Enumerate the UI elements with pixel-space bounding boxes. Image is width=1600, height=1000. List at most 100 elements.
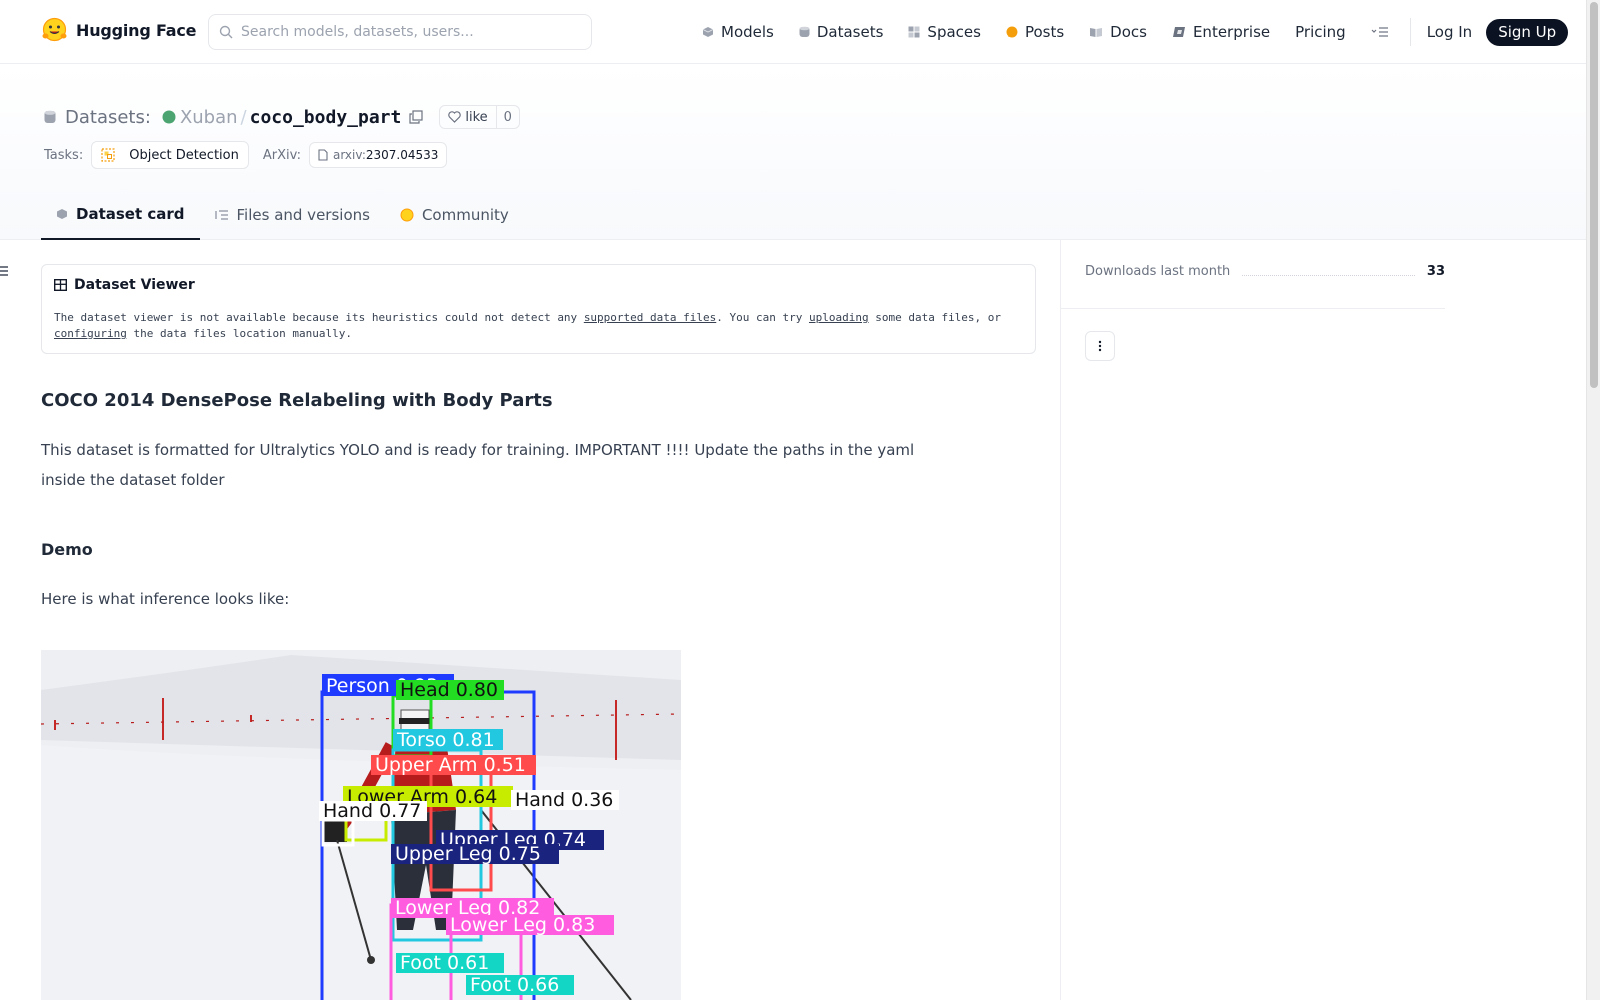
det-label-hand-1: Hand 0.36 [515,789,613,811]
community-icon [400,208,414,222]
det-label-lower-leg-2: Lower Leg 0.83 [450,914,595,936]
nav-separator [1409,18,1411,46]
nav-pricing[interactable]: Pricing [1295,23,1346,41]
like-button[interactable]: like 0 [439,105,520,129]
downloads-row: Downloads last month 33 [1085,264,1445,279]
nav-spaces-label: Spaces [927,23,981,41]
user-avatar-icon[interactable] [162,110,176,124]
viewer-text-4: the data files location manually. [126,327,353,340]
search-box[interactable] [208,14,592,50]
dataset-viewer-heading: Dataset Viewer [74,277,195,293]
nav-pricing-label: Pricing [1295,23,1346,41]
det-label-torso: Torso 0.81 [396,729,495,751]
tasks-label: Tasks: [44,147,84,163]
repo-header: Datasets: Xuban / coco_body_part like 0 … [0,65,1586,240]
configuring-link[interactable]: configuring [54,327,127,340]
nav-datasets-label: Datasets [816,23,884,41]
viewer-text-3: some data files, or [868,311,1002,324]
inference-demo-image: Person 0.93 Head 0.80 Torso 0.81 Upper A… [41,650,681,1000]
card-heading: COCO 2014 DensePose Relabeling with Body… [41,390,553,411]
brand-logo[interactable]: Hugging Face [41,17,197,44]
tab-files-label: Files and versions [236,206,370,224]
page-scrollbar[interactable] [1586,0,1600,1000]
repo-slash: / [240,106,247,128]
downloads-label: Downloads last month [1085,264,1231,279]
nav-models[interactable]: Models [702,23,774,41]
downloads-leader-dots [1242,268,1415,276]
task-tag-label: Object Detection [129,147,239,163]
dataset-viewer-message: The dataset viewer is not available beca… [54,310,1014,342]
files-icon [214,210,228,220]
repo-title: Datasets: Xuban / coco_body_part like 0 [44,104,520,130]
dataset-viewer-panel: Dataset Viewer The dataset viewer is not… [41,264,1036,354]
repo-name-link[interactable]: coco_body_part [250,107,402,128]
table-icon [54,279,67,291]
demo-heading: Demo [41,540,93,559]
det-label-upper-leg-2: Upper Leg 0.75 [395,843,541,865]
database-icon [799,26,810,37]
nav-spaces[interactable]: Spaces [908,23,981,41]
repo-meta: Tasks: Object Detection ArXiv: arxiv: 230… [44,141,448,169]
det-label-foot-1: Foot 0.61 [400,952,489,974]
search-icon [219,25,233,39]
more-menu-icon [1371,27,1388,37]
arxiv-id: 2307.04533 [365,148,439,162]
downloads-value: 33 [1426,264,1445,279]
tab-community-label: Community [421,206,509,224]
det-label-upper-arm: Upper Arm 0.51 [375,754,526,776]
det-label-foot-2: Foot 0.66 [470,974,559,996]
top-navbar: Hugging Face Models Datasets Spaces Post… [0,0,1586,64]
signup-button[interactable]: Sign Up [1486,18,1569,46]
arxiv-prefix: arxiv: [332,148,366,162]
sidebar-stats: Downloads last month 33 [1060,240,1445,1000]
toc-toggle-icon[interactable] [0,265,9,277]
brand-name: Hugging Face [76,21,197,40]
scrollbar-thumb[interactable] [1590,2,1598,388]
nav-posts-label: Posts [1024,23,1065,41]
heart-icon [448,111,462,123]
document-icon [318,149,328,161]
tab-community[interactable]: Community [385,190,524,240]
dataset-viewer-title: Dataset Viewer [54,277,195,293]
grid-icon [908,26,920,38]
repo-tabs: Dataset card Files and versions Communit… [41,190,524,240]
nav-datasets[interactable]: Datasets [799,23,884,41]
cube-icon [702,27,714,37]
like-toggle[interactable]: like [440,106,497,128]
enterprise-icon [1172,27,1185,37]
search-input[interactable] [241,24,571,40]
hugging-face-logo-icon [42,17,67,42]
more-options-button[interactable] [1085,331,1115,361]
det-label-hand-2: Hand 0.77 [323,800,421,822]
tab-dataset-card[interactable]: Dataset card [41,190,200,240]
login-button[interactable]: Log In [1427,23,1473,41]
tab-files-and-versions[interactable]: Files and versions [200,190,385,240]
copy-icon[interactable] [409,110,423,124]
tab-dataset-card-label: Dataset card [76,205,185,223]
repo-owner-link[interactable]: Xuban [180,107,238,128]
nav-posts[interactable]: Posts [1006,23,1064,41]
nav-models-label: Models [721,23,774,41]
inference-demo-svg: Person 0.93 Head 0.80 Torso 0.81 Upper A… [41,650,681,1000]
sidebar-divider [1061,308,1445,309]
arxiv-label: ArXiv: [262,147,301,163]
task-tag-object-detection[interactable]: Object Detection [91,141,249,169]
uploading-link[interactable]: uploading [809,311,869,324]
kebab-menu-icon [1098,340,1102,352]
card-description: This dataset is formatted for Ultralytic… [41,441,915,489]
viewer-text-1: The dataset viewer is not available beca… [54,311,584,324]
supported-data-files-link[interactable]: supported data files [584,311,716,324]
cube-icon [57,209,67,219]
repo-type-label: Datasets: [65,106,151,128]
nav-enterprise[interactable]: Enterprise [1172,23,1270,41]
nav-more[interactable] [1371,26,1389,38]
like-label: like [465,109,488,125]
nav-docs[interactable]: Docs [1089,23,1147,41]
arxiv-tag[interactable]: arxiv: 2307.04533 [308,142,448,168]
book-icon [1090,28,1103,37]
like-count[interactable]: 0 [497,110,519,125]
det-label-head: Head 0.80 [400,679,498,701]
chat-bubble-icon [1006,26,1018,38]
nav-links: Models Datasets Spaces Posts Docs Enterp… [702,18,1569,46]
demo-text: Here is what inference looks like: [41,590,290,608]
